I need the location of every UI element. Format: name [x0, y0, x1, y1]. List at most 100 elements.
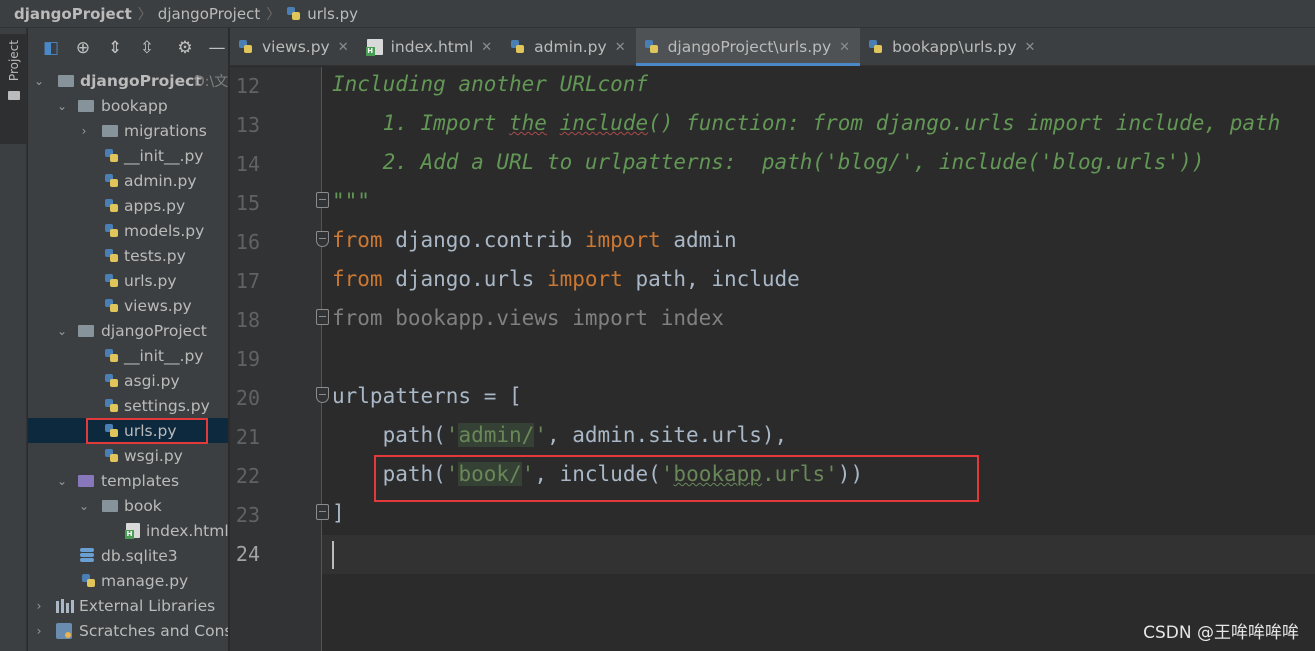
chevron-right-icon[interactable]: ›: [33, 624, 45, 638]
line-number: 19: [235, 347, 260, 371]
line-number: 12: [235, 74, 260, 98]
chevron-down-icon[interactable]: ⌄: [33, 74, 45, 88]
tab-views-py[interactable]: views.py ✕: [230, 28, 359, 66]
python-file-icon: [644, 39, 660, 55]
chevron-down-icon[interactable]: ⌄: [56, 324, 68, 338]
close-icon[interactable]: ✕: [615, 40, 626, 55]
line-number-current: 24: [235, 542, 260, 566]
line-number: 14: [235, 152, 260, 176]
python-file-icon: [104, 298, 119, 313]
code-area[interactable]: Including another URLconf 1. Import the …: [322, 67, 1315, 651]
tab-label: admin.py: [534, 38, 607, 56]
breadcrumb-file-label: urls.py: [307, 4, 359, 23]
tree-item-file[interactable]: tests.py: [28, 243, 228, 268]
project-view-icon[interactable]: ◧: [42, 38, 60, 58]
close-icon[interactable]: ✕: [839, 40, 850, 55]
python-file-icon: [104, 148, 119, 163]
code-text: ]: [332, 501, 345, 525]
breadcrumb-file[interactable]: urls.py: [286, 5, 358, 23]
collapse-all-icon[interactable]: ⇳: [138, 38, 156, 58]
close-icon[interactable]: ✕: [1025, 40, 1036, 55]
code-text: path('admin/', admin.site.urls),: [332, 423, 788, 447]
python-file-icon: [81, 573, 96, 588]
tree-item-book[interactable]: ⌄ book: [28, 493, 228, 518]
tab-label: index.html: [390, 38, 474, 56]
code-editor[interactable]: 12 13 14 15 16 17 18 19 20 21 22 23 24 I…: [230, 67, 1315, 651]
tree-item-label: migrations: [124, 121, 207, 140]
tree-item-label: book: [124, 496, 162, 515]
tree-item-file[interactable]: manage.py: [28, 568, 228, 593]
tree-item-label: views.py: [124, 296, 192, 315]
chevron-down-icon[interactable]: ⌄: [56, 474, 68, 488]
tree-item-file[interactable]: settings.py: [28, 393, 228, 418]
highlight-box: [374, 455, 979, 502]
tree-item-label: wsgi.py: [124, 446, 183, 465]
tree-item-label: admin.py: [124, 171, 197, 190]
tree-item-file[interactable]: db.sqlite3: [28, 543, 228, 568]
python-file-icon: [104, 198, 119, 213]
code-line: path('admin/', admin.site.urls),: [322, 418, 1315, 457]
tab-admin-py[interactable]: admin.py ✕: [502, 28, 635, 66]
editor-gutter: 12 13 14 15 16 17 18 19 20 21 22 23 24: [230, 67, 329, 651]
tree-item-djangoproject-package[interactable]: ⌄ djangoProject: [28, 318, 228, 343]
tree-item-file[interactable]: admin.py: [28, 168, 228, 193]
line-number: 18: [235, 308, 260, 332]
tab-label: djangoProject\urls.py: [667, 38, 832, 56]
python-file-icon: [104, 373, 119, 388]
tree-item-label: templates: [101, 471, 180, 490]
chevron-down-icon[interactable]: ⌄: [56, 99, 68, 113]
folder-icon: [7, 91, 20, 101]
tree-item-file[interactable]: asgi.py: [28, 368, 228, 393]
tree-item-label: apps.py: [124, 196, 186, 215]
line-number: 13: [235, 113, 260, 137]
tab-label: views.py: [262, 38, 330, 56]
tree-item-migrations[interactable]: › migrations: [28, 118, 228, 143]
tree-item-label: __init__.py: [124, 346, 204, 365]
tree-item-label: db.sqlite3: [101, 546, 178, 565]
tree-item-path: D:\文: [194, 73, 228, 90]
tree-item-file[interactable]: index.html: [28, 518, 228, 543]
breadcrumb-package[interactable]: djangoProject: [158, 5, 260, 23]
folder-icon: [78, 100, 94, 112]
project-panel-toolbar: ◧ ⊕ ⇕ ⇳ ⚙ —: [28, 28, 228, 68]
library-icon: [56, 599, 74, 613]
tree-item-file[interactable]: views.py: [28, 293, 228, 318]
tree-item-label: djangoProject: [80, 71, 202, 90]
close-icon[interactable]: ✕: [338, 40, 349, 55]
project-tool-window-tab[interactable]: Project: [0, 34, 27, 144]
tree-item-templates[interactable]: ⌄ templates: [28, 468, 228, 493]
expand-all-icon[interactable]: ⇕: [106, 38, 124, 58]
breadcrumb-project[interactable]: djangoProject: [14, 5, 132, 23]
chevron-right-icon[interactable]: ›: [78, 124, 90, 138]
tree-item-file[interactable]: wsgi.py: [28, 443, 228, 468]
tree-item-scratches[interactable]: › Scratches and Consoles: [28, 618, 228, 643]
line-number: 17: [235, 269, 260, 293]
tab-index-html[interactable]: index.html ✕: [359, 28, 503, 66]
tree-item-label: djangoProject: [101, 321, 207, 340]
tree-item-root[interactable]: ⌄ djangoProject D:\文: [28, 68, 228, 93]
tab-bookapp-urls-py[interactable]: bookapp\urls.py ✕: [860, 28, 1045, 66]
python-file-icon: [104, 223, 119, 238]
close-icon[interactable]: ✕: [481, 40, 492, 55]
tree-item-label: asgi.py: [124, 371, 180, 390]
tree-item-bookapp[interactable]: ⌄ bookapp: [28, 93, 228, 118]
code-text: urlpatterns = [: [332, 384, 522, 408]
tree-item-file[interactable]: urls.py: [28, 268, 228, 293]
tree-item-external-libraries[interactable]: › External Libraries: [28, 593, 228, 618]
line-number: 22: [235, 464, 260, 488]
tree-item-file[interactable]: apps.py: [28, 193, 228, 218]
text-caret: [332, 541, 334, 569]
chevron-right-icon[interactable]: ›: [33, 599, 45, 613]
project-tool-label: Project: [6, 40, 21, 82]
python-file-icon: [104, 348, 119, 363]
code-text: Including another URLconf: [332, 72, 649, 96]
tree-item-file-selected[interactable]: urls.py: [28, 418, 228, 444]
tree-item-file[interactable]: __init__.py: [28, 143, 228, 168]
tree-item-file[interactable]: __init__.py: [28, 343, 228, 368]
hide-icon[interactable]: —: [208, 38, 226, 58]
tab-djangoproject-urls-py[interactable]: djangoProject\urls.py ✕: [635, 28, 861, 66]
gear-icon[interactable]: ⚙: [176, 38, 194, 58]
locate-icon[interactable]: ⊕: [74, 38, 92, 58]
chevron-down-icon[interactable]: ⌄: [78, 499, 90, 513]
tree-item-file[interactable]: models.py: [28, 218, 228, 243]
